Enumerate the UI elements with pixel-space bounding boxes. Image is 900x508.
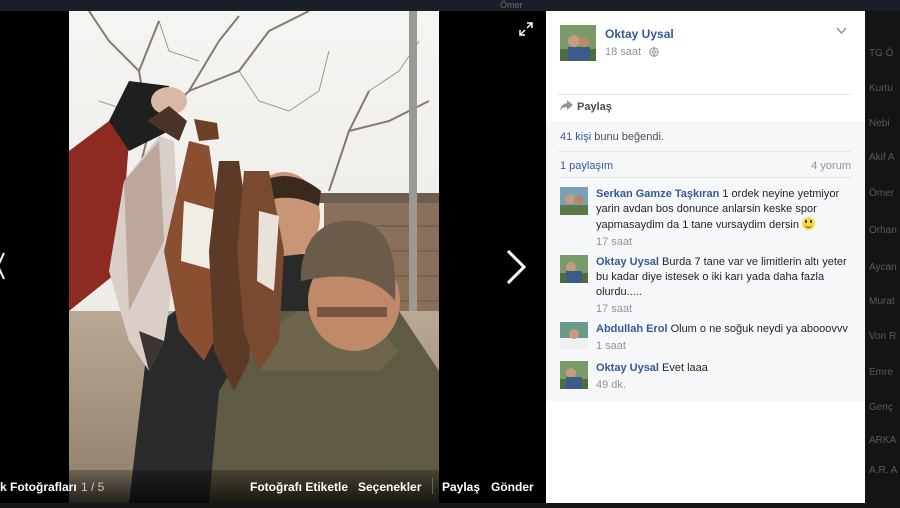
background-contact-name: Nebi <box>869 118 890 129</box>
actions-separator <box>432 478 433 494</box>
likes-text: bunu beğendi. <box>591 131 664 143</box>
share-photo-button[interactable]: Paylaş <box>442 480 480 494</box>
photo-stage <box>0 11 546 503</box>
comment-author[interactable]: Oktay Uysal <box>596 256 659 268</box>
photo-page-count: 1 / 5 <box>81 480 105 494</box>
post-time[interactable]: 18 saat <box>605 46 641 58</box>
commenter-avatar[interactable] <box>560 322 588 350</box>
background-topbar <box>0 0 900 11</box>
send-button[interactable]: Gönder <box>491 480 534 494</box>
background-contact-name: Orhan <box>869 225 897 236</box>
options-button[interactable]: Seçenekler <box>358 480 421 494</box>
tag-photo-button[interactable]: Fotoğrafı Etiketle <box>250 480 348 494</box>
album-title[interactable]: k Fotoğrafları <box>0 480 77 494</box>
globe-icon <box>649 47 659 57</box>
comment-time[interactable]: 49 dk. <box>596 378 852 393</box>
background-contact-name: TG Ö <box>869 48 894 59</box>
background-contact-name: Genç <box>869 402 893 413</box>
author-avatar[interactable] <box>560 25 596 61</box>
comment-time[interactable]: 17 saat <box>596 235 852 250</box>
comment-time[interactable]: 17 saat <box>596 302 852 317</box>
expand-icon[interactable] <box>519 22 533 36</box>
post-panel: Oktay Uysal 18 saat Paylaş 41 kişi bunu … <box>546 11 865 503</box>
likes-summary: 41 kişi bunu beğendi. <box>560 131 664 143</box>
comment-text: Olum o ne soğuk neydi ya abooovvv <box>670 323 848 335</box>
author-name[interactable]: Oktay Uysal <box>605 27 674 41</box>
background-contact-name: Emre <box>869 367 893 378</box>
commenter-avatar[interactable] <box>560 255 588 283</box>
likes-count-link[interactable]: 41 kişi <box>560 131 591 143</box>
background-contact-name: Murat <box>869 296 895 307</box>
photo <box>69 11 439 503</box>
comment-author[interactable]: Oktay Uysal <box>596 362 659 374</box>
background-contact-name: Akif A <box>869 152 895 163</box>
previous-photo-arrow-icon[interactable] <box>0 251 6 281</box>
next-photo-arrow-icon[interactable] <box>502 247 530 287</box>
commenter-avatar[interactable] <box>560 361 588 389</box>
comment-time[interactable]: 1 saat <box>596 339 852 354</box>
divider <box>558 151 851 152</box>
comment-author[interactable]: Serkan Gamze Taşkıran <box>596 188 719 200</box>
shares-count-link[interactable]: 1 paylaşım <box>560 160 613 172</box>
chevron-down-icon[interactable] <box>836 27 847 35</box>
background-contact-name: ARKA <box>869 435 897 446</box>
background-contact-name: Von R <box>869 331 897 342</box>
share-button[interactable]: Paylaş <box>577 101 612 113</box>
comment-text: Evet laaa <box>662 362 708 374</box>
divider <box>558 177 851 178</box>
commenter-avatar[interactable] <box>560 187 588 215</box>
comments-count: 4 yorum <box>811 160 851 172</box>
background-contact-name: A.R. A <box>869 465 898 476</box>
comment-author[interactable]: Abdullah Erol <box>596 323 668 335</box>
divider <box>558 94 851 95</box>
background-top-text: Ömer <box>500 0 523 10</box>
background-contact-name: Ömer <box>869 188 894 199</box>
share-icon <box>560 100 573 111</box>
background-contact-name: Aycan <box>869 262 897 273</box>
smiley-emoji-icon <box>802 217 816 230</box>
background-contact-name: Kurtu <box>869 83 893 94</box>
